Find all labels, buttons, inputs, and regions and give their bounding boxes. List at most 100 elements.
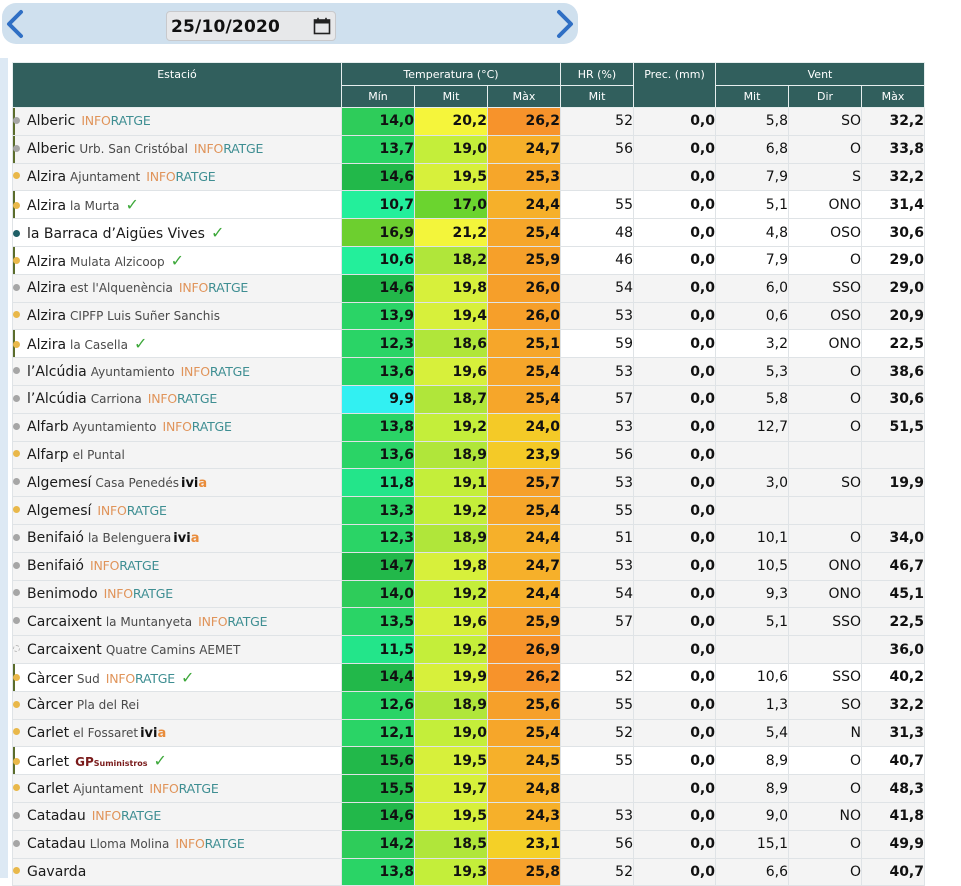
station-cell[interactable]: Carcaixent Quatre Camins AEMET <box>12 635 342 664</box>
station-cell[interactable]: Benifaió INFORATGE <box>12 551 342 581</box>
status-dot <box>13 561 20 569</box>
station-cell[interactable]: Alberic Urb. San Cristóbal INFORATGE <box>12 134 342 164</box>
station-cell[interactable]: Carlet Ajuntament INFORATGE <box>12 774 342 803</box>
station-cell[interactable]: Càrcer Pla del Rei <box>12 690 342 720</box>
table-row[interactable]: Càrcer Pla del Rei 12,6 18,9 25,6 55 0,0 1,3 SO 3… <box>12 690 925 720</box>
col-vent-mit[interactable]: Mit <box>715 85 789 108</box>
wind-mean-cell: 1,3 <box>715 690 789 720</box>
status-dot <box>13 533 20 541</box>
table-row[interactable]: Carcaixent la Muntanyeta INFORATGE 13,5 19,6… <box>12 607 925 637</box>
station-cell[interactable]: Alzira Mulata Alzicoop ✓ <box>12 245 342 275</box>
station-cell[interactable]: Alfarb Ayuntamiento INFORATGE <box>12 412 342 442</box>
previous-day-button[interactable] <box>4 9 26 39</box>
station-cell[interactable]: Alzira est l'Alquenència INFORATGE <box>12 273 342 303</box>
status-dot <box>13 674 20 682</box>
table-row[interactable]: Alzira Mulata Alzicoop ✓ 10,6 18,2 25,9 46 0,0 7… <box>12 245 925 275</box>
temp-min-cell: 14,7 <box>341 551 415 581</box>
inforatge-logo-a: INFO <box>193 141 224 157</box>
col-temp-min[interactable]: Mín <box>341 85 415 108</box>
wind-direction-cell: O <box>788 829 862 859</box>
humidity-cell <box>560 635 634 664</box>
calendar-icon[interactable] <box>313 17 331 35</box>
col-temp-max[interactable]: Màx <box>487 85 561 108</box>
station-location: el Puntal <box>72 447 125 462</box>
station-cell[interactable]: Carcaixent la Muntanyeta INFORATGE <box>12 607 342 637</box>
station-cell[interactable]: Catadau INFORATGE <box>12 801 342 831</box>
col-vent-dir[interactable]: Dir <box>788 85 862 108</box>
inforatge-logo: INFORATGE <box>175 836 244 851</box>
precipitation-cell: 0,0 <box>633 134 716 164</box>
table-row[interactable]: Alzira la Murta ✓ 10,7 17,0 24,4 55 0,0 5,1 ONO 31… <box>12 190 925 220</box>
station-name: Alzira <box>27 198 67 215</box>
col-prec[interactable]: Prec. (mm) <box>633 62 716 108</box>
gp-suministros-logo: GPSuministros <box>75 755 147 769</box>
ivia-logo-b: a <box>198 475 208 491</box>
wind-max-cell: 48,3 <box>861 774 925 803</box>
table-row[interactable]: Algemesí Casa Penedés ivia 11,8 19,1 25,7 53 0,… <box>12 468 925 498</box>
station-location: la Muntanyeta <box>105 614 193 629</box>
station-cell[interactable]: Algemesí INFORATGE <box>12 496 342 525</box>
table-row[interactable]: Carlet el Fossaret ivia 12,1 19,0 25,4 52 0,0 5,… <box>12 718 925 748</box>
table-row[interactable]: Alzira Ajuntament INFORATGE 14,6 19,5 25,3 0,0… <box>12 162 925 192</box>
inforatge-logo: INFORATGE <box>179 280 248 295</box>
wind-mean-cell: 7,9 <box>715 245 789 275</box>
next-day-button[interactable] <box>554 9 576 39</box>
date-input[interactable]: 25/10/2020 <box>166 11 336 41</box>
gp-logo-a: GP <box>75 755 94 770</box>
station-cell[interactable]: la Barraca d’Aigües Vives ✓ <box>12 218 342 247</box>
station-cell[interactable]: Alfarp el Puntal <box>12 440 342 470</box>
table-row[interactable]: Benifaió la Belenguera ivia 12,3 18,9 24,4 51 0… <box>12 523 925 553</box>
table-row[interactable]: Alfarp el Puntal 13,6 18,9 23,9 56 0,0 <box>12 440 925 470</box>
table-row[interactable]: Alzira CIPFP Luis Suñer Sanchis 13,9 19,4 26… <box>12 301 925 331</box>
table-row[interactable]: Carcaixent Quatre Camins AEMET 11,5 19,2 26,… <box>12 635 925 664</box>
temp-mit-cell: 19,5 <box>414 746 488 776</box>
table-row[interactable]: l’Alcúdia Ayuntamiento INFORATGE 13,6 19,6 25… <box>12 357 925 386</box>
wind-max-cell: 31,4 <box>861 190 925 220</box>
station-cell[interactable]: Càrcer Sud INFORATGE ✓ <box>12 662 342 692</box>
table-row[interactable]: Benifaió INFORATGE 14,7 19,8 24,7 53 0,0 10,5 ON… <box>12 551 925 581</box>
table-row[interactable]: Alberic Urb. San Cristóbal INFORATGE 13,7 19… <box>12 134 925 164</box>
table-row[interactable]: Catadau Lloma Molina INFORATGE 14,2 18,5 23,1… <box>12 829 925 859</box>
table-row[interactable]: Alzira la Casella ✓ 12,3 18,6 25,1 59 0,0 3,2 ONO… <box>12 329 925 359</box>
station-cell[interactable]: Catadau Lloma Molina INFORATGE <box>12 829 342 859</box>
station-cell[interactable]: Benimodo INFORATGE <box>12 579 342 609</box>
table-row[interactable]: Càrcer Sud INFORATGE ✓ 14,4 19,9 26,2 52 0,0 10,6… <box>12 662 925 692</box>
station-location: Mulata Alzicoop <box>70 254 165 269</box>
table-row[interactable]: Alberic INFORATGE 14,0 20,2 26,2 52 0,0 5,8 SO 32… <box>12 107 925 136</box>
station-cell[interactable]: Alzira Ajuntament INFORATGE <box>12 162 342 192</box>
station-cell[interactable]: Algemesí Casa Penedés ivia <box>12 468 342 498</box>
station-cell[interactable]: l’Alcúdia Carriona INFORATGE <box>12 384 342 414</box>
temp-max-cell: 24,8 <box>487 774 561 803</box>
temp-min-cell: 13,3 <box>341 496 415 525</box>
col-vent-max[interactable]: Màx <box>861 85 925 108</box>
table-row[interactable]: Carlet GPSuministros ✓ 15,6 19,5 24,5 55 0,0 8,9… <box>12 746 925 776</box>
station-name: Carlet <box>27 724 70 741</box>
table-row[interactable]: Alfarb Ayuntamiento INFORATGE 13,8 19,2 24,0 5… <box>12 412 925 442</box>
table-row[interactable]: Alzira est l'Alquenència INFORATGE 14,6 19,8… <box>12 273 925 303</box>
inforatge-logo-b: RATGE <box>175 168 216 184</box>
check-icon: ✓ <box>125 195 139 215</box>
station-cell[interactable]: l’Alcúdia Ayuntamiento INFORATGE <box>12 357 342 386</box>
col-temp-mit[interactable]: Mit <box>414 85 488 108</box>
station-cell[interactable]: Carlet GPSuministros ✓ <box>12 746 342 776</box>
table-row[interactable]: Algemesí INFORATGE 13,3 19,2 25,4 55 0,0 <box>12 496 925 525</box>
temp-min-cell: 10,6 <box>341 245 415 275</box>
table-row[interactable]: l’Alcúdia Carriona INFORATGE 9,9 18,7 25,4 57 0… <box>12 384 925 414</box>
station-cell[interactable]: Carlet el Fossaret ivia <box>12 718 342 748</box>
station-cell[interactable]: Benifaió la Belenguera ivia <box>12 523 342 553</box>
station-cell[interactable]: Alzira la Casella ✓ <box>12 329 342 359</box>
inforatge-logo-a: INFO <box>178 280 209 296</box>
station-cell[interactable]: Alzira CIPFP Luis Suñer Sanchis <box>12 301 342 331</box>
table-row[interactable]: Benimodo INFORATGE 14,0 19,2 24,4 54 0,0 9,3 ONO… <box>12 579 925 609</box>
station-name: l’Alcúdia <box>27 391 87 408</box>
station-cell[interactable]: Alzira la Murta ✓ <box>12 190 342 220</box>
station-cell[interactable]: Alberic INFORATGE <box>12 107 342 136</box>
col-estacio[interactable]: Estació <box>12 62 342 108</box>
col-hr-mit[interactable]: Mit <box>560 85 634 108</box>
table-row[interactable]: Catadau INFORATGE 14,6 19,5 24,3 53 0,0 9,0 NO 41… <box>12 801 925 831</box>
table-row[interactable]: Carlet Ajuntament INFORATGE 15,5 19,7 24,8 0,0… <box>12 774 925 803</box>
table-row[interactable]: la Barraca d’Aigües Vives ✓ 16,9 21,2 25,4 48… <box>12 218 925 247</box>
humidity-cell: 53 <box>560 301 634 331</box>
status-dot <box>13 700 20 708</box>
inforatge-logo-b: RATGE <box>135 670 175 686</box>
